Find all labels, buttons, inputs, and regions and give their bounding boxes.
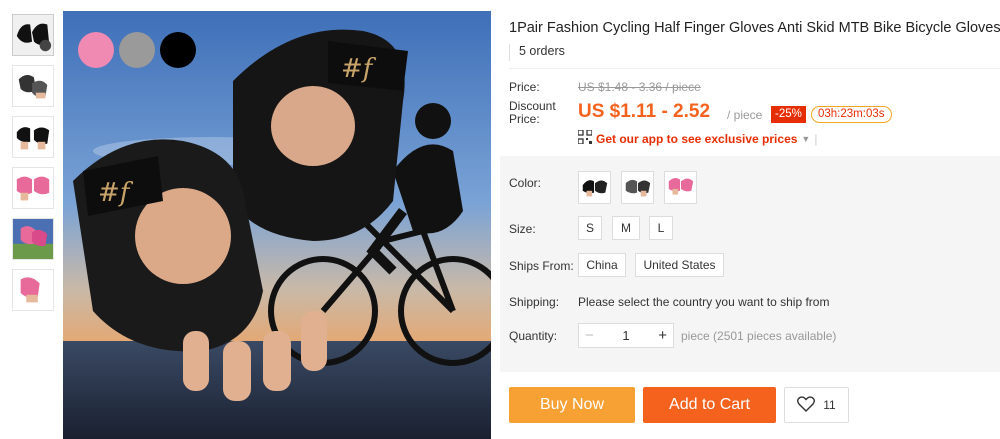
ships-from-united-states[interactable]: United States <box>635 253 724 277</box>
thumbnail-1[interactable] <box>12 14 54 56</box>
thumbnail-list <box>12 14 56 320</box>
thumbnail-5[interactable] <box>12 218 54 260</box>
wishlist-count: 11 <box>823 398 836 412</box>
main-product-image[interactable]: #f #f <box>63 11 491 439</box>
color-option-black[interactable] <box>578 171 611 204</box>
color-option-pink[interactable] <box>664 171 697 204</box>
caret-down-icon: ▼ <box>801 133 811 144</box>
ships-from-label: Ships From: <box>509 259 574 273</box>
thumbnail-4[interactable] <box>12 167 54 209</box>
price-label: Price: <box>509 80 540 94</box>
svg-text:#f: #f <box>98 178 134 208</box>
size-option-s[interactable]: S <box>578 216 602 240</box>
discount-price: US $1.11 - 2.52 <box>578 101 711 122</box>
color-option-grey[interactable] <box>621 171 654 204</box>
wishlist-button[interactable]: 11 <box>784 387 849 423</box>
svg-text:#f: #f <box>341 54 377 84</box>
original-price: US $1.48 - 3.36 / piece <box>578 80 701 94</box>
color-label: Color: <box>509 176 542 190</box>
per-piece-label: / piece <box>727 108 763 122</box>
discount-badge: -25% <box>771 106 806 123</box>
product-title: 1Pair Fashion Cycling Half Finger Gloves… <box>509 20 1000 36</box>
size-option-l[interactable]: L <box>649 216 673 240</box>
ships-from-china[interactable]: China <box>578 253 626 277</box>
size-label: Size: <box>509 222 536 236</box>
countdown-timer: 03h:23m:03s <box>811 106 892 123</box>
thumbnail-2[interactable] <box>12 65 54 107</box>
quantity-label: Quantity: <box>509 329 558 343</box>
add-to-cart-button[interactable]: Add to Cart <box>643 387 776 423</box>
quantity-stepper: − 1 + <box>578 323 674 348</box>
buy-now-button[interactable]: Buy Now <box>509 387 635 423</box>
pink-color-dot <box>78 32 114 68</box>
grey-color-dot <box>119 32 155 68</box>
thumbnail-6[interactable] <box>12 269 54 311</box>
thumbnail-3[interactable] <box>12 116 54 158</box>
quantity-minus-button[interactable]: − <box>585 327 594 344</box>
shipping-text: Please select the country you want to sh… <box>578 295 830 309</box>
quantity-available: piece (2501 pieces available) <box>681 329 837 343</box>
heart-icon <box>797 395 816 415</box>
app-link-text: Get our app to see exclusive prices <box>596 131 798 146</box>
shipping-label: Shipping: <box>509 295 560 309</box>
size-option-m[interactable]: M <box>612 216 640 240</box>
divider <box>509 68 1000 69</box>
quantity-plus-button[interactable]: + <box>658 327 667 344</box>
quantity-input[interactable]: 1 <box>622 328 629 343</box>
discount-price-label: Discount Price: <box>509 99 556 126</box>
black-color-dot <box>160 32 196 68</box>
separator: | <box>814 131 818 146</box>
qr-code-icon <box>577 129 593 147</box>
app-link[interactable]: Get our app to see exclusive prices ▼ | <box>577 129 818 147</box>
orders-count: 5 orders <box>509 44 565 61</box>
